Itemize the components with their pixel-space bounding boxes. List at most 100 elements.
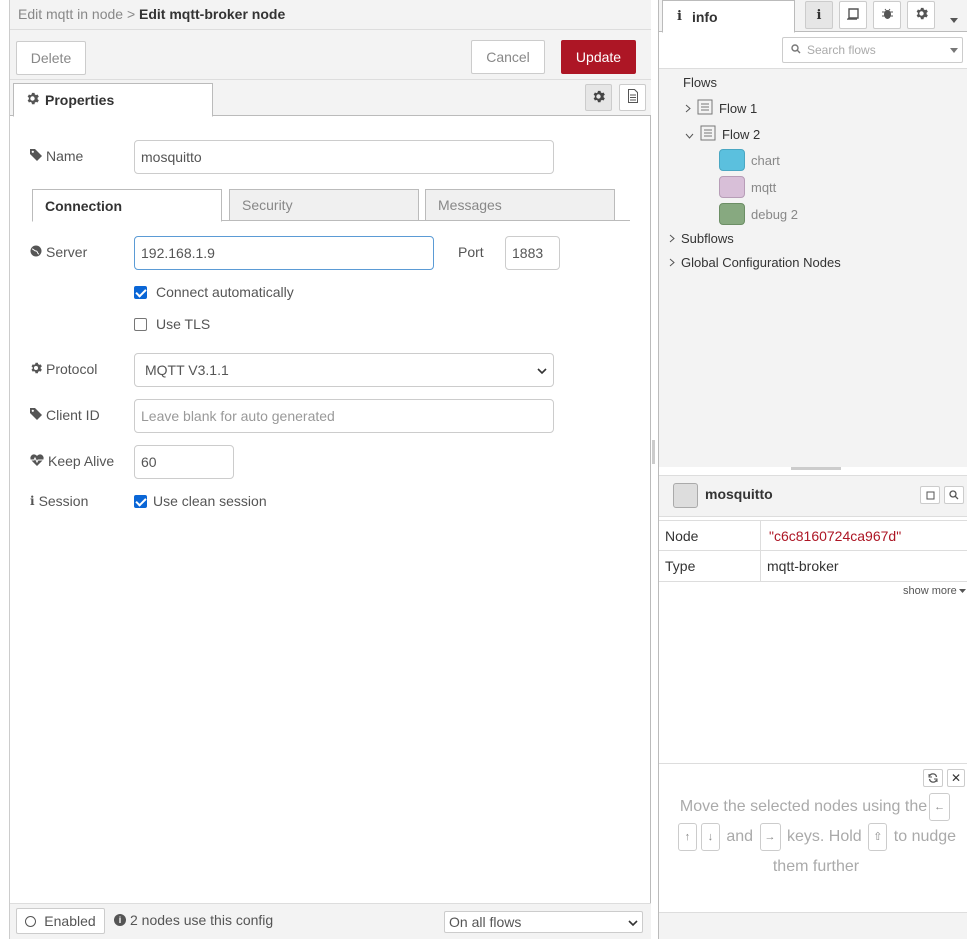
cancel-button[interactable]: Cancel bbox=[471, 40, 545, 74]
tree-flow-2[interactable]: Flow 2 bbox=[685, 125, 760, 144]
up-arrow-key: ↑ bbox=[677, 822, 697, 851]
name-input[interactable]: mosquitto bbox=[134, 140, 554, 174]
show-more-link[interactable]: show more bbox=[903, 585, 966, 597]
tray-footer: Enabled i 2 nodes use this config On all… bbox=[10, 903, 651, 939]
delete-button[interactable]: Delete bbox=[16, 41, 86, 75]
canvas-edge bbox=[0, 0, 10, 939]
tree-node-mqtt[interactable]: mqtt bbox=[719, 176, 776, 198]
client-id-input[interactable]: Leave blank for auto generated bbox=[134, 399, 554, 433]
connect-auto-checkbox[interactable] bbox=[134, 286, 147, 299]
sidebar-splitter[interactable] bbox=[791, 467, 841, 470]
update-button[interactable]: Update bbox=[561, 40, 636, 74]
left-arrow-key: ← bbox=[929, 792, 951, 821]
client-id-label: Client ID bbox=[30, 407, 100, 423]
mqtt-node-icon bbox=[719, 176, 745, 198]
keepalive-input[interactable]: 60 bbox=[134, 445, 234, 479]
sidebar-menu-chevron[interactable] bbox=[949, 10, 959, 27]
tray-header: Edit mqtt in node > Edit mqtt-broker nod… bbox=[10, 0, 651, 30]
port-input[interactable]: 1883 bbox=[505, 236, 560, 270]
connect-auto-label: Connect automatically bbox=[156, 284, 294, 300]
tree-global-config[interactable]: Global Configuration Nodes bbox=[669, 255, 841, 270]
help-button[interactable] bbox=[920, 486, 940, 504]
refresh-tip-button[interactable] bbox=[923, 769, 943, 787]
chevron-down-icon bbox=[949, 11, 959, 27]
session-label: i Session bbox=[30, 493, 89, 509]
tab-help-button[interactable] bbox=[839, 1, 867, 29]
sidebar: i info i Search flows Flows Flow 1 Flow … bbox=[658, 0, 967, 939]
tab-connection[interactable]: Connection bbox=[32, 189, 222, 222]
chevron-right-icon bbox=[669, 231, 675, 246]
tab-config-button[interactable] bbox=[907, 1, 935, 29]
chevron-right-icon bbox=[685, 101, 691, 116]
tree-node-chart[interactable]: chart bbox=[719, 149, 780, 171]
chevron-down-icon bbox=[628, 914, 638, 930]
search-icon bbox=[949, 487, 959, 503]
heartbeat-icon bbox=[30, 453, 44, 469]
info-icon: i bbox=[30, 494, 35, 508]
enabled-toggle[interactable]: Enabled bbox=[16, 908, 105, 934]
tray-toolbar: Delete Cancel Update bbox=[10, 30, 651, 80]
breadcrumb: Edit mqtt in node > Edit mqtt-broker nod… bbox=[18, 6, 285, 22]
node-id-value: "c6c8160724ca967d" bbox=[769, 527, 902, 544]
close-tip-button[interactable]: ✕ bbox=[947, 769, 965, 787]
prop-row-node: Node "c6c8160724ca967d" bbox=[659, 520, 967, 551]
edit-tray: Edit mqtt in node > Edit mqtt-broker nod… bbox=[10, 0, 651, 939]
gear-icon bbox=[592, 90, 605, 106]
tree-node-debug[interactable]: debug 2 bbox=[719, 203, 798, 225]
refresh-icon bbox=[928, 770, 938, 786]
sidebar-tab-bar: i info i bbox=[659, 0, 967, 33]
tab-security[interactable]: Security bbox=[229, 189, 419, 221]
protocol-select[interactable]: MQTT V3.1.1 bbox=[134, 353, 554, 387]
document-icon bbox=[627, 89, 639, 106]
search-flows-input[interactable]: Search flows bbox=[782, 37, 963, 63]
name-label: Name bbox=[30, 148, 83, 164]
right-arrow-key: → bbox=[759, 822, 781, 851]
debug-node-icon bbox=[719, 203, 745, 225]
node-description-button[interactable] bbox=[619, 84, 646, 111]
keepalive-label: Keep Alive bbox=[30, 453, 114, 469]
resize-handle[interactable] bbox=[652, 440, 655, 464]
down-arrow-key: ↓ bbox=[700, 822, 720, 851]
tab-messages[interactable]: Messages bbox=[425, 189, 615, 221]
globe-icon bbox=[30, 244, 42, 260]
flow-icon bbox=[697, 99, 713, 118]
use-tls-label: Use TLS bbox=[156, 316, 211, 332]
tab-info-icon-button[interactable]: i bbox=[805, 1, 833, 29]
sidebar-footer bbox=[659, 913, 967, 939]
gear-icon bbox=[30, 361, 42, 377]
clean-session-checkbox[interactable] bbox=[134, 495, 147, 508]
protocol-label: Protocol bbox=[30, 361, 97, 377]
gear-icon bbox=[26, 92, 39, 108]
chart-node-icon bbox=[719, 149, 745, 171]
tip-text: Move the selected nodes using the ← ↑ ↓ an… bbox=[671, 792, 961, 882]
use-tls-checkbox[interactable] bbox=[134, 318, 147, 331]
caret-down-icon bbox=[950, 43, 958, 57]
gear-icon bbox=[915, 7, 928, 23]
chevron-down-icon bbox=[537, 362, 547, 378]
node-settings-button[interactable] bbox=[585, 84, 612, 111]
chevron-right-icon bbox=[669, 255, 675, 270]
breadcrumb-separator: > bbox=[126, 6, 136, 22]
book-icon bbox=[926, 487, 935, 503]
tab-properties-label: Properties bbox=[45, 92, 115, 108]
book-icon bbox=[845, 7, 860, 23]
search-icon bbox=[791, 43, 801, 57]
tab-properties[interactable]: Properties bbox=[13, 83, 213, 117]
prop-row-type: Type mqtt-broker bbox=[659, 551, 967, 582]
breadcrumb-parent[interactable]: Edit mqtt in node bbox=[18, 6, 123, 22]
tree-flows[interactable]: Flows bbox=[683, 75, 717, 90]
tab-debug-button[interactable] bbox=[873, 1, 901, 29]
search-node-button[interactable] bbox=[944, 486, 964, 504]
tag-icon bbox=[30, 407, 42, 423]
server-input[interactable]: 192.168.1.9 bbox=[134, 236, 434, 270]
tab-info[interactable]: i info bbox=[662, 0, 795, 33]
info-circle-icon: i bbox=[114, 914, 126, 926]
tree-subflows[interactable]: Subflows bbox=[669, 231, 734, 246]
server-label: Server bbox=[30, 244, 87, 260]
close-icon: ✕ bbox=[950, 771, 962, 785]
port-label: Port bbox=[458, 244, 484, 260]
flow-icon bbox=[700, 125, 716, 144]
chevron-down-icon bbox=[685, 127, 694, 142]
tree-flow-1[interactable]: Flow 1 bbox=[685, 99, 757, 118]
scope-select[interactable]: On all flows bbox=[444, 911, 643, 933]
